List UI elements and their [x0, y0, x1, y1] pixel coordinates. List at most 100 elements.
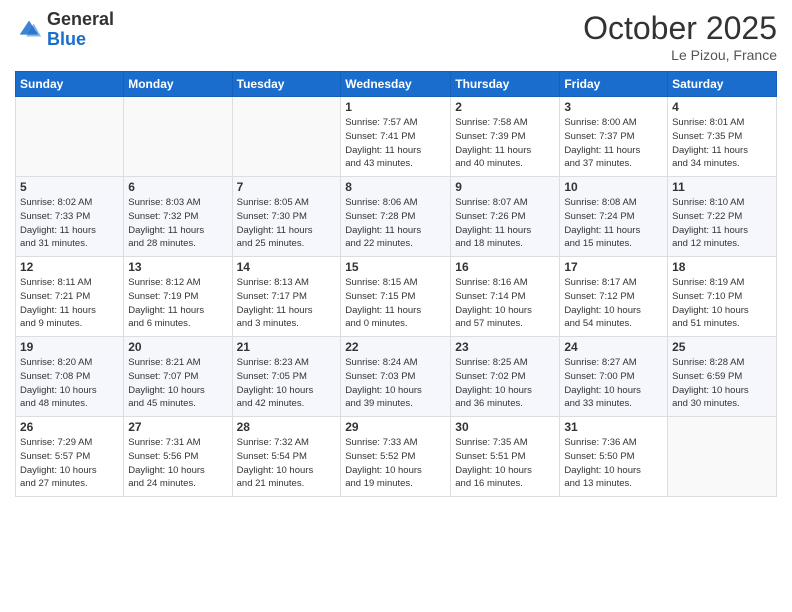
day-number: 6 — [128, 180, 227, 194]
col-saturday: Saturday — [668, 72, 777, 97]
table-row: 23 Sunrise: 8:25 AM Sunset: 7:02 PM Dayli… — [451, 337, 560, 417]
day-info: Sunrise: 7:58 AM Sunset: 7:39 PM Dayligh… — [455, 116, 555, 171]
day-info: Sunrise: 7:31 AM Sunset: 5:56 PM Dayligh… — [128, 436, 227, 491]
table-row: 2 Sunrise: 7:58 AM Sunset: 7:39 PM Daylig… — [451, 97, 560, 177]
day-number: 29 — [345, 420, 446, 434]
day-number: 10 — [564, 180, 663, 194]
day-info: Sunrise: 7:36 AM Sunset: 5:50 PM Dayligh… — [564, 436, 663, 491]
table-row: 26Sunrise: 7:29 AM Sunset: 5:57 PM Dayli… — [16, 417, 124, 497]
day-info: Sunrise: 8:03 AM Sunset: 7:32 PM Dayligh… — [128, 196, 227, 251]
day-number: 22 — [345, 340, 446, 354]
day-info: Sunrise: 7:33 AM Sunset: 5:52 PM Dayligh… — [345, 436, 446, 491]
day-info: Sunrise: 8:23 AM Sunset: 7:05 PM Dayligh… — [237, 356, 337, 411]
day-info: Sunrise: 8:16 AM Sunset: 7:14 PM Dayligh… — [455, 276, 555, 331]
table-row: 9Sunrise: 8:07 AM Sunset: 7:26 PM Daylig… — [451, 177, 560, 257]
calendar-week-3: 12Sunrise: 8:11 AM Sunset: 7:21 PM Dayli… — [16, 257, 777, 337]
table-row: 13 Sunrise: 8:12 AM Sunset: 7:19 PM Dayli… — [124, 257, 232, 337]
calendar-header-row: Sunday Monday Tuesday Wednesday Thursday… — [16, 72, 777, 97]
day-number: 24 — [564, 340, 663, 354]
day-number: 23 — [455, 340, 555, 354]
table-row: 4 Sunrise: 8:01 AM Sunset: 7:35 PM Daylig… — [668, 97, 777, 177]
table-row — [16, 97, 124, 177]
day-info: Sunrise: 8:20 AM Sunset: 7:08 PM Dayligh… — [20, 356, 119, 411]
day-info: Sunrise: 8:15 AM Sunset: 7:15 PM Dayligh… — [345, 276, 446, 331]
table-row: 29 Sunrise: 7:33 AM Sunset: 5:52 PM Dayli… — [341, 417, 451, 497]
day-info: Sunrise: 8:25 AM Sunset: 7:02 PM Dayligh… — [455, 356, 555, 411]
calendar-week-5: 26Sunrise: 7:29 AM Sunset: 5:57 PM Dayli… — [16, 417, 777, 497]
table-row: 5 Sunrise: 8:02 AM Sunset: 7:33 PM Daylig… — [16, 177, 124, 257]
day-number: 4 — [672, 100, 772, 114]
day-number: 12 — [20, 260, 119, 274]
day-info: Sunrise: 8:12 AM Sunset: 7:19 PM Dayligh… — [128, 276, 227, 331]
month-title: October 2025 — [583, 10, 777, 47]
day-number: 27 — [128, 420, 227, 434]
day-info: Sunrise: 8:02 AM Sunset: 7:33 PM Dayligh… — [20, 196, 119, 251]
logo-text: General Blue — [47, 10, 114, 50]
day-number: 13 — [128, 260, 227, 274]
day-info: Sunrise: 8:05 AM Sunset: 7:30 PM Dayligh… — [237, 196, 337, 251]
table-row: 14 Sunrise: 8:13 AM Sunset: 7:17 PM Dayli… — [232, 257, 341, 337]
calendar-week-1: 1 Sunrise: 7:57 AM Sunset: 7:41 PM Daylig… — [16, 97, 777, 177]
day-info: Sunrise: 8:06 AM Sunset: 7:28 PM Dayligh… — [345, 196, 446, 251]
day-info: Sunrise: 7:57 AM Sunset: 7:41 PM Dayligh… — [345, 116, 446, 171]
page: General Blue October 2025 Le Pizou, Fran… — [0, 0, 792, 612]
day-info: Sunrise: 8:10 AM Sunset: 7:22 PM Dayligh… — [672, 196, 772, 251]
table-row: 6 Sunrise: 8:03 AM Sunset: 7:32 PM Daylig… — [124, 177, 232, 257]
table-row: 27 Sunrise: 7:31 AM Sunset: 5:56 PM Dayli… — [124, 417, 232, 497]
table-row: 15 Sunrise: 8:15 AM Sunset: 7:15 PM Dayli… — [341, 257, 451, 337]
day-info: Sunrise: 8:19 AM Sunset: 7:10 PM Dayligh… — [672, 276, 772, 331]
location-subtitle: Le Pizou, France — [583, 47, 777, 63]
table-row: 28Sunrise: 7:32 AM Sunset: 5:54 PM Dayli… — [232, 417, 341, 497]
day-info: Sunrise: 8:24 AM Sunset: 7:03 PM Dayligh… — [345, 356, 446, 411]
col-tuesday: Tuesday — [232, 72, 341, 97]
day-number: 17 — [564, 260, 663, 274]
day-number: 18 — [672, 260, 772, 274]
table-row: 3Sunrise: 8:00 AM Sunset: 7:37 PM Daylig… — [560, 97, 668, 177]
logo: General Blue — [15, 10, 114, 50]
day-number: 11 — [672, 180, 772, 194]
col-friday: Friday — [560, 72, 668, 97]
day-number: 9 — [455, 180, 555, 194]
day-number: 14 — [237, 260, 337, 274]
table-row — [232, 97, 341, 177]
day-info: Sunrise: 8:08 AM Sunset: 7:24 PM Dayligh… — [564, 196, 663, 251]
calendar-table: Sunday Monday Tuesday Wednesday Thursday… — [15, 71, 777, 497]
table-row — [668, 417, 777, 497]
col-wednesday: Wednesday — [341, 72, 451, 97]
day-info: Sunrise: 8:21 AM Sunset: 7:07 PM Dayligh… — [128, 356, 227, 411]
logo-blue: Blue — [47, 29, 86, 49]
title-block: October 2025 Le Pizou, France — [583, 10, 777, 63]
day-number: 19 — [20, 340, 119, 354]
day-number: 7 — [237, 180, 337, 194]
day-number: 21 — [237, 340, 337, 354]
table-row: 8 Sunrise: 8:06 AM Sunset: 7:28 PM Daylig… — [341, 177, 451, 257]
table-row: 19 Sunrise: 8:20 AM Sunset: 7:08 PM Dayli… — [16, 337, 124, 417]
table-row: 20 Sunrise: 8:21 AM Sunset: 7:07 PM Dayli… — [124, 337, 232, 417]
logo-general: General — [47, 9, 114, 29]
day-info: Sunrise: 7:35 AM Sunset: 5:51 PM Dayligh… — [455, 436, 555, 491]
day-number: 2 — [455, 100, 555, 114]
day-number: 16 — [455, 260, 555, 274]
calendar-week-2: 5 Sunrise: 8:02 AM Sunset: 7:33 PM Daylig… — [16, 177, 777, 257]
table-row: 24Sunrise: 8:27 AM Sunset: 7:00 PM Dayli… — [560, 337, 668, 417]
table-row: 17 Sunrise: 8:17 AM Sunset: 7:12 PM Dayli… — [560, 257, 668, 337]
day-number: 25 — [672, 340, 772, 354]
table-row — [124, 97, 232, 177]
table-row: 1 Sunrise: 7:57 AM Sunset: 7:41 PM Daylig… — [341, 97, 451, 177]
logo-icon — [15, 16, 43, 44]
calendar-week-4: 19 Sunrise: 8:20 AM Sunset: 7:08 PM Dayli… — [16, 337, 777, 417]
table-row: 31Sunrise: 7:36 AM Sunset: 5:50 PM Dayli… — [560, 417, 668, 497]
table-row: 30Sunrise: 7:35 AM Sunset: 5:51 PM Dayli… — [451, 417, 560, 497]
day-number: 8 — [345, 180, 446, 194]
table-row: 25 Sunrise: 8:28 AM Sunset: 6:59 PM Dayli… — [668, 337, 777, 417]
col-thursday: Thursday — [451, 72, 560, 97]
day-info: Sunrise: 8:01 AM Sunset: 7:35 PM Dayligh… — [672, 116, 772, 171]
day-info: Sunrise: 8:17 AM Sunset: 7:12 PM Dayligh… — [564, 276, 663, 331]
table-row: 12Sunrise: 8:11 AM Sunset: 7:21 PM Dayli… — [16, 257, 124, 337]
day-info: Sunrise: 8:28 AM Sunset: 6:59 PM Dayligh… — [672, 356, 772, 411]
day-info: Sunrise: 8:13 AM Sunset: 7:17 PM Dayligh… — [237, 276, 337, 331]
day-number: 1 — [345, 100, 446, 114]
day-number: 20 — [128, 340, 227, 354]
day-number: 15 — [345, 260, 446, 274]
day-number: 5 — [20, 180, 119, 194]
